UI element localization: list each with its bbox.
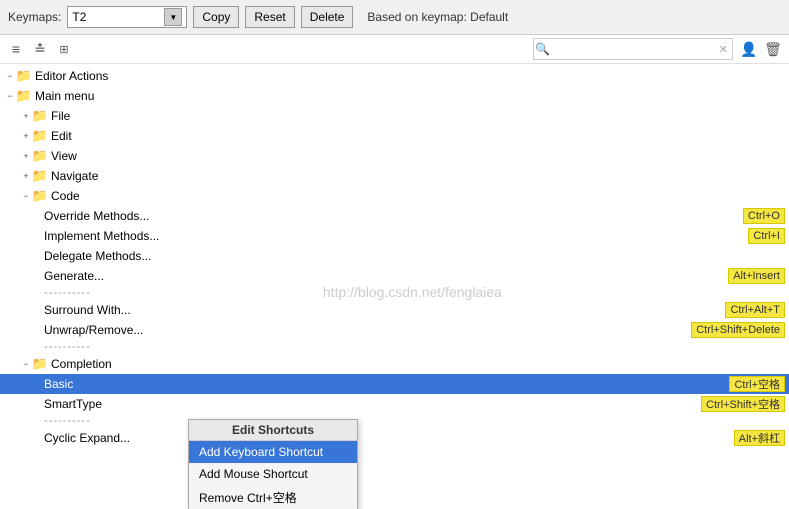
- tree-item-sep1: ----------: [0, 286, 789, 300]
- tree-item-smarttype[interactable]: SmartType Ctrl+Shift+空格: [0, 394, 789, 414]
- main-content: http://blog.csdn.net/fenglaiea − 📁 Edito…: [0, 64, 789, 509]
- folder-icon-completion: 📁: [32, 356, 48, 372]
- tree-label-implement: Implement Methods...: [44, 229, 748, 243]
- expand-icon-code[interactable]: −: [20, 190, 32, 202]
- clear-search-icon[interactable]: ✕: [715, 39, 733, 59]
- tree-item-delegate[interactable]: Delegate Methods...: [0, 246, 789, 266]
- folder-icon-edit: 📁: [32, 128, 48, 144]
- tree-label-sep1: ----------: [44, 287, 789, 299]
- tree-label-sep3: ----------: [44, 415, 789, 427]
- tree-label-sep2: ----------: [44, 341, 789, 353]
- expand-icon-view[interactable]: +: [20, 150, 32, 162]
- tree-label-edit: Edit: [51, 129, 789, 143]
- tree-label-generate: Generate...: [44, 269, 728, 283]
- keymap-select-box[interactable]: T2 ▼: [67, 6, 187, 28]
- search-input[interactable]: [552, 42, 715, 56]
- tree-item-file[interactable]: + 📁 File: [0, 106, 789, 126]
- context-menu-item-remove[interactable]: Remove Ctrl+空格: [189, 485, 357, 509]
- context-menu: Edit Shortcuts Add Keyboard Shortcut Add…: [188, 419, 358, 509]
- tree-item-implement[interactable]: Implement Methods... Ctrl+I: [0, 226, 789, 246]
- tree-label-completion: Completion: [51, 357, 789, 371]
- tree-item-surround[interactable]: Surround With... Ctrl+Alt+T: [0, 300, 789, 320]
- tree-item-navigate[interactable]: + 📁 Navigate: [0, 166, 789, 186]
- shortcut-unwrap: Ctrl+Shift+Delete: [691, 322, 785, 338]
- tree-item-editor-actions[interactable]: − 📁 Editor Actions: [0, 66, 789, 86]
- based-on-label: Based on keymap: Default: [367, 10, 508, 24]
- keymap-dropdown-btn[interactable]: ▼: [164, 8, 182, 26]
- tree-item-unwrap[interactable]: Unwrap/Remove... Ctrl+Shift+Delete: [0, 320, 789, 340]
- folder-icon-file: 📁: [32, 108, 48, 124]
- folder-icon-main-menu: 📁: [16, 88, 32, 104]
- filter-icon[interactable]: ⊞: [54, 39, 74, 59]
- trash-icon[interactable]: 🗑: [763, 39, 783, 59]
- keymap-label: Keymaps:: [8, 10, 61, 24]
- second-toolbar: ≡ ≛ ⊞ 🔍 ✕ 👤 🗑: [0, 35, 789, 64]
- tree-item-main-menu[interactable]: − 📁 Main menu: [0, 86, 789, 106]
- tree-label-navigate: Navigate: [51, 169, 789, 183]
- shortcut-smarttype: Ctrl+Shift+空格: [701, 396, 785, 412]
- shortcut-generate: Alt+Insert: [728, 268, 785, 284]
- collapse-all-icon[interactable]: ≛: [30, 39, 50, 59]
- search-box: 🔍 ✕: [533, 38, 733, 60]
- tree-item-basic[interactable]: Basic Ctrl+空格: [0, 374, 789, 394]
- tree-label-surround: Surround With...: [44, 303, 725, 317]
- reset-button[interactable]: Reset: [245, 6, 294, 28]
- tree-item-override[interactable]: Override Methods... Ctrl+O: [0, 206, 789, 226]
- copy-button[interactable]: Copy: [193, 6, 239, 28]
- search-icon: 🔍: [534, 39, 552, 59]
- expand-icon-main-menu[interactable]: −: [4, 90, 16, 102]
- user-icon[interactable]: 👤: [739, 39, 759, 59]
- tree-label-editor-actions: Editor Actions: [35, 69, 789, 83]
- tree-label-smarttype: SmartType: [44, 397, 701, 411]
- folder-icon-navigate: 📁: [32, 168, 48, 184]
- folder-icon-editor-actions: 📁: [16, 68, 32, 84]
- shortcut-cyclicexpand: Alt+斜杠: [734, 430, 785, 446]
- expand-icon-completion[interactable]: −: [20, 358, 32, 370]
- keymap-value: T2: [72, 10, 164, 24]
- tree-area: http://blog.csdn.net/fenglaiea − 📁 Edito…: [0, 64, 789, 509]
- shortcut-basic: Ctrl+空格: [729, 376, 785, 392]
- context-menu-header: Edit Shortcuts: [189, 420, 357, 441]
- tree-item-edit[interactable]: + 📁 Edit: [0, 126, 789, 146]
- shortcut-implement: Ctrl+I: [748, 228, 785, 244]
- tree-item-code[interactable]: − 📁 Code: [0, 186, 789, 206]
- context-menu-item-add-mouse[interactable]: Add Mouse Shortcut: [189, 463, 357, 485]
- top-bar: Keymaps: T2 ▼ Copy Reset Delete Based on…: [0, 0, 789, 35]
- tree-label-cyclicexpand: Cyclic Expand...: [44, 431, 734, 445]
- expand-icon-edit[interactable]: +: [20, 130, 32, 142]
- shortcut-surround: Ctrl+Alt+T: [725, 302, 785, 318]
- expand-icon-file[interactable]: +: [20, 110, 32, 122]
- expand-icon-editor-actions[interactable]: −: [4, 70, 16, 82]
- tree-item-view[interactable]: + 📁 View: [0, 146, 789, 166]
- delete-button[interactable]: Delete: [301, 6, 354, 28]
- tree-label-override: Override Methods...: [44, 209, 743, 223]
- tree-label-unwrap: Unwrap/Remove...: [44, 323, 691, 337]
- tree-label-code: Code: [51, 189, 789, 203]
- tree-label-view: View: [51, 149, 789, 163]
- tree-item-cyclicexpand[interactable]: Cyclic Expand... Alt+斜杠: [0, 428, 789, 448]
- context-menu-item-add-keyboard[interactable]: Add Keyboard Shortcut: [189, 441, 357, 463]
- tree-label-file: File: [51, 109, 789, 123]
- expand-all-icon[interactable]: ≡: [6, 39, 26, 59]
- tree-item-sep2: ----------: [0, 340, 789, 354]
- tree-label-main-menu: Main menu: [35, 89, 789, 103]
- folder-icon-code: 📁: [32, 188, 48, 204]
- tree-item-completion[interactable]: − 📁 Completion: [0, 354, 789, 374]
- shortcut-override: Ctrl+O: [743, 208, 785, 224]
- expand-icon-navigate[interactable]: +: [20, 170, 32, 182]
- tree-item-generate[interactable]: Generate... Alt+Insert: [0, 266, 789, 286]
- folder-icon-view: 📁: [32, 148, 48, 164]
- tree-label-delegate: Delegate Methods...: [44, 249, 789, 263]
- tree-label-basic: Basic: [44, 377, 729, 391]
- tree-item-sep3: ----------: [0, 414, 789, 428]
